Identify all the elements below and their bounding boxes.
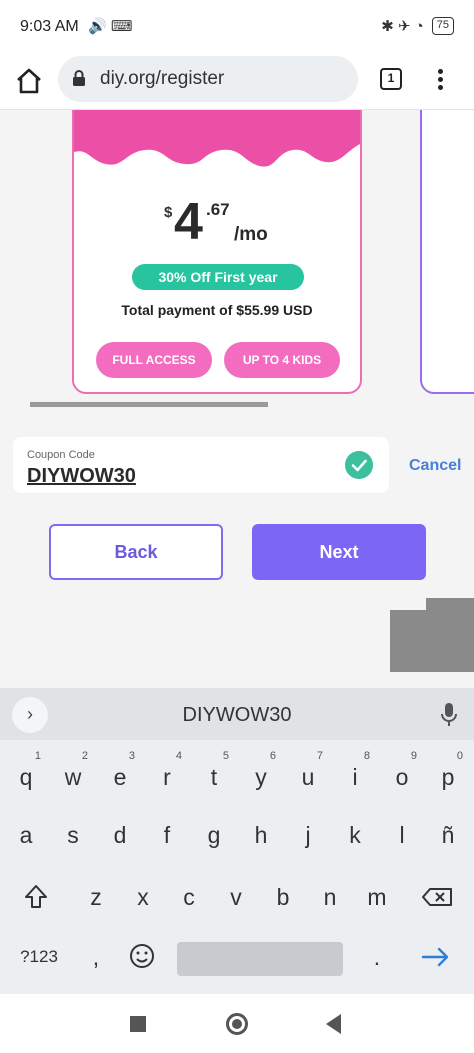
cancel-coupon-link[interactable]: Cancel (409, 457, 461, 475)
lock-icon (73, 70, 85, 86)
key-label: q (19, 764, 33, 790)
key-label: r (163, 764, 171, 790)
price-cents: .67 (206, 200, 230, 219)
plan-card-next[interactable] (420, 110, 474, 394)
suggestion-word[interactable]: DIYWOW30 (0, 704, 474, 727)
check-icon (345, 451, 373, 479)
key-o[interactable]: o9 (380, 750, 424, 802)
key-label: w (64, 764, 82, 790)
price-currency: $ (164, 204, 173, 221)
key-hint: 4 (175, 750, 182, 762)
key-u[interactable]: u7 (286, 750, 330, 802)
back-button[interactable]: Back (49, 524, 223, 580)
key-hint: 3 (128, 750, 135, 762)
feature-badge-kids: UP TO 4 KIDS (224, 342, 340, 378)
space-bar[interactable] (177, 942, 343, 976)
browser-toolbar: diy.org/register 1 (0, 56, 474, 110)
key-comma[interactable]: , (74, 932, 118, 982)
key-y[interactable]: y6 (239, 750, 283, 802)
key-x[interactable]: x (121, 872, 165, 922)
enter-arrow-icon[interactable] (413, 932, 457, 982)
home-nav-icon[interactable] (226, 1013, 248, 1035)
floating-widget[interactable] (390, 598, 474, 672)
key-hint: 2 (81, 750, 88, 762)
key-hint: 8 (363, 750, 370, 762)
key-label: t (210, 764, 218, 790)
key-label: u (301, 764, 315, 790)
suggestion-strip: › DIYWOW30 (0, 688, 474, 740)
key-a[interactable]: a (4, 810, 48, 860)
key-c[interactable]: c (167, 872, 211, 922)
status-bar: 9:03 AM 🔊 ⌨ ✱ ✈ ◔ 75 (0, 0, 474, 56)
status-notification-icons: 🔊 ⌨ (88, 18, 133, 35)
price-whole: 4 (174, 193, 203, 251)
key-n-tilde[interactable]: ñ (426, 810, 470, 860)
carousel-scroll-indicator (30, 402, 268, 407)
battery-icon: 75 (431, 17, 454, 35)
key-k[interactable]: k (333, 810, 377, 860)
shift-icon[interactable] (14, 872, 58, 922)
price-period: /mo (234, 224, 268, 245)
key-r[interactable]: r4 (145, 750, 189, 802)
emoji-icon[interactable] (120, 932, 164, 982)
key-v[interactable]: v (214, 872, 258, 922)
key-hint: 7 (316, 750, 323, 762)
discount-badge: 30% Off First year (132, 264, 304, 290)
register-page: $ 4 .67 /mo 30% Off First year Total pay… (0, 110, 474, 688)
coupon-field[interactable]: Coupon Code DIYWOW30 (13, 437, 389, 493)
key-w[interactable]: w2 (51, 750, 95, 802)
key-j[interactable]: j (286, 810, 330, 860)
recents-icon[interactable] (130, 1016, 146, 1032)
key-label: e (113, 764, 127, 790)
key-i[interactable]: i8 (333, 750, 377, 802)
key-label: y (255, 764, 267, 790)
microphone-icon[interactable] (440, 702, 458, 728)
key-b[interactable]: b (261, 872, 305, 922)
address-bar[interactable]: diy.org/register (58, 56, 358, 102)
key-q[interactable]: q1 (4, 750, 48, 802)
backspace-icon[interactable] (416, 872, 460, 922)
browser-menu-icon[interactable] (430, 66, 450, 94)
key-period[interactable]: . (355, 932, 399, 982)
system-nav-bar (0, 994, 474, 1053)
key-hint: 1 (34, 750, 41, 762)
coupon-input[interactable]: DIYWOW30 (27, 465, 136, 488)
back-nav-icon[interactable] (326, 1014, 341, 1034)
plan-header-banner (74, 110, 360, 167)
plan-card-yearly[interactable]: $ 4 .67 /mo 30% Off First year Total pay… (72, 110, 362, 394)
key-h[interactable]: h (239, 810, 283, 860)
key-p[interactable]: p0 (426, 750, 470, 802)
connectivity-icons: ✱ ✈ ◔ (381, 18, 424, 35)
key-label: p (441, 764, 455, 790)
key-t[interactable]: t5 (192, 750, 236, 802)
key-z[interactable]: z (74, 872, 118, 922)
next-button[interactable]: Next (252, 524, 426, 580)
key-f[interactable]: f (145, 810, 189, 860)
url-text: diy.org/register (100, 68, 225, 89)
status-system-icons: ✱ ✈ ◔ 75 (381, 17, 454, 35)
key-label: o (395, 764, 409, 790)
key-hint: 9 (410, 750, 417, 762)
coupon-label: Coupon Code (27, 449, 95, 461)
symbols-key[interactable]: ?123 (14, 932, 64, 982)
key-n[interactable]: n (308, 872, 352, 922)
key-hint: 6 (269, 750, 276, 762)
tab-switcher-button[interactable]: 1 (380, 68, 402, 90)
key-hint: 5 (222, 750, 229, 762)
soft-keyboard: › DIYWOW30 q1 w2 e3 r4 t5 y6 u7 i8 o9 p0… (0, 688, 474, 994)
key-e[interactable]: e3 (98, 750, 142, 802)
feature-badge-full-access: FULL ACCESS (96, 342, 212, 378)
home-icon[interactable] (14, 66, 44, 96)
key-l[interactable]: l (380, 810, 424, 860)
key-s[interactable]: s (51, 810, 95, 860)
key-g[interactable]: g (192, 810, 236, 860)
key-label: i (352, 764, 358, 790)
key-m[interactable]: m (355, 872, 399, 922)
key-hint: 0 (456, 750, 463, 762)
total-payment: Total payment of $55.99 USD (121, 302, 313, 318)
key-d[interactable]: d (98, 810, 142, 860)
status-time: 9:03 AM (20, 18, 79, 35)
